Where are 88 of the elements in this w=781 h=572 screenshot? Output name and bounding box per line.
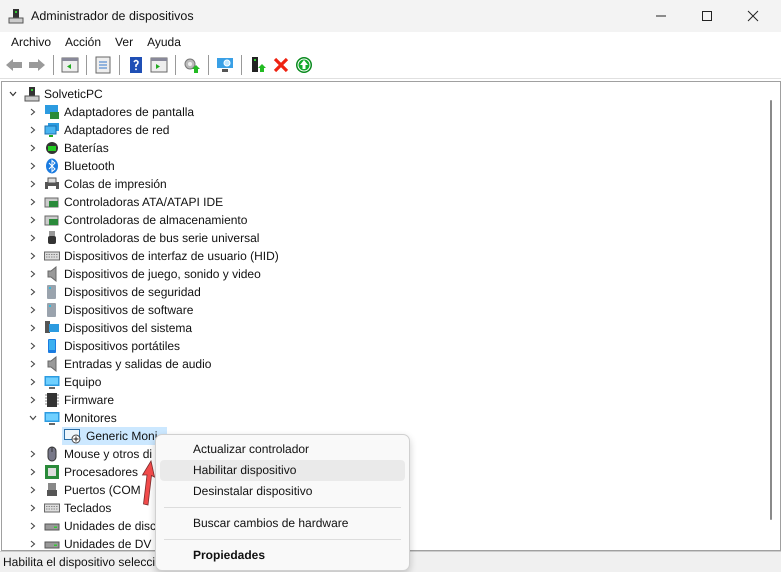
maximize-icon[interactable] xyxy=(701,10,713,22)
scrollbar[interactable] xyxy=(770,100,772,520)
window-title: Administrador de dispositivos xyxy=(31,9,194,23)
chevron-icon[interactable] xyxy=(28,449,38,459)
chevron-icon[interactable] xyxy=(28,467,38,477)
chevron-icon[interactable] xyxy=(28,125,38,135)
tree-item[interactable]: Adaptadores de red xyxy=(64,123,170,137)
chevron-icon[interactable] xyxy=(28,395,38,405)
computer-icon xyxy=(24,86,40,102)
chevron-icon[interactable] xyxy=(28,503,38,513)
tree-item[interactable]: Dispositivos de interfaz de usuario (HID) xyxy=(64,249,279,263)
bluetooth-icon xyxy=(44,158,60,174)
chevron-icon[interactable] xyxy=(28,287,38,297)
scan-hardware-icon[interactable] xyxy=(216,56,234,74)
chevron-icon[interactable] xyxy=(28,305,38,315)
tree-item[interactable]: Firmware xyxy=(64,393,114,407)
tree-item[interactable]: Dispositivos de juego, sonido y video xyxy=(64,267,261,281)
menu-item[interactable]: Acción xyxy=(58,35,108,49)
tree-item[interactable]: Bluetooth xyxy=(64,159,115,173)
tree-item[interactable]: Dispositivos de seguridad xyxy=(64,285,201,299)
chevron-icon[interactable] xyxy=(28,179,38,189)
chevron-icon[interactable] xyxy=(28,485,38,495)
chevron-icon[interactable] xyxy=(28,143,38,153)
tree-item[interactable]: Unidades de DV xyxy=(64,537,152,550)
monitor-icon xyxy=(64,428,82,444)
up-arrow-circle-icon[interactable] xyxy=(295,56,313,74)
tree-item[interactable]: Adaptadores de pantalla xyxy=(64,105,194,119)
tree-item[interactable]: Generic Moni xyxy=(62,427,168,445)
tree-item[interactable]: Dispositivos de software xyxy=(64,303,194,317)
tree-item[interactable]: Dispositivos del sistema xyxy=(64,321,192,335)
update-driver-icon[interactable] xyxy=(183,56,201,74)
tree-item[interactable]: SolveticPC xyxy=(44,87,103,101)
chevron-icon[interactable] xyxy=(28,341,38,351)
network-icon xyxy=(44,122,60,138)
tree-item[interactable]: Unidades de disc xyxy=(64,519,156,533)
chevron-icon[interactable] xyxy=(28,377,38,387)
chevron-icon[interactable] xyxy=(28,413,38,423)
tree-item[interactable]: Baterías xyxy=(64,141,109,155)
menu-item[interactable]: Ayuda xyxy=(140,35,188,49)
console-tree-icon[interactable] xyxy=(61,56,79,74)
tree-item[interactable]: Controladoras de bus serie universal xyxy=(64,231,260,245)
menu-item[interactable]: Habilitar dispositivo xyxy=(160,460,405,481)
printer-icon xyxy=(44,176,60,192)
tree-item[interactable]: Procesadores xyxy=(64,465,138,479)
tree-item[interactable]: Monitores xyxy=(64,411,117,425)
tree-item[interactable]: Mouse y otros di xyxy=(64,447,152,461)
display-card-icon xyxy=(44,104,60,120)
chevron-icon[interactable] xyxy=(28,269,38,279)
menu-item[interactable]: Propiedades xyxy=(160,545,405,566)
chip-icon xyxy=(44,392,60,408)
menu-item[interactable]: Desinstalar dispositivo xyxy=(160,481,405,502)
add-device-icon[interactable] xyxy=(249,56,267,74)
chevron-icon[interactable] xyxy=(28,233,38,243)
monitor-icon xyxy=(44,374,60,390)
properties-icon[interactable] xyxy=(94,56,112,74)
tree-item[interactable]: Equipo xyxy=(64,375,102,389)
tree-item[interactable]: Colas de impresión xyxy=(64,177,167,191)
tree-item[interactable]: Dispositivos portátiles xyxy=(64,339,180,353)
menu-item[interactable]: Buscar cambios de hardware xyxy=(160,513,405,534)
computer-icon xyxy=(44,320,60,336)
chevron-icon[interactable] xyxy=(8,89,18,99)
chevron-icon[interactable] xyxy=(28,521,38,531)
chevron-icon[interactable] xyxy=(28,359,38,369)
monitor-icon xyxy=(44,410,60,426)
tree-item[interactable]: Teclados xyxy=(64,501,112,515)
tree-item[interactable]: Controladoras ATA/ATAPI IDE xyxy=(64,195,224,209)
menu-item[interactable]: Archivo xyxy=(4,35,58,49)
processor-icon xyxy=(44,464,60,480)
x-icon[interactable] xyxy=(272,56,290,74)
chevron-icon[interactable] xyxy=(28,323,38,333)
help-icon[interactable] xyxy=(127,56,145,74)
chevron-icon[interactable] xyxy=(28,251,38,261)
computer-icon xyxy=(8,8,24,24)
chevron-icon[interactable] xyxy=(28,215,38,225)
port-icon xyxy=(44,482,60,498)
tree-item[interactable]: Entradas y salidas de audio xyxy=(64,357,212,371)
status-text: Habilita el dispositivo selecci xyxy=(3,555,156,569)
battery-icon xyxy=(44,140,60,156)
close-icon[interactable] xyxy=(747,10,759,22)
chevron-icon[interactable] xyxy=(28,161,38,171)
menu-item[interactable]: Ver xyxy=(108,35,140,49)
chevron-icon[interactable] xyxy=(28,197,38,207)
tree-item[interactable]: Puertos (COM xyxy=(64,483,141,497)
action-pane-icon[interactable] xyxy=(150,56,168,74)
chevron-icon[interactable] xyxy=(28,107,38,117)
pointer-arrow xyxy=(141,460,155,506)
chevron-icon[interactable] xyxy=(28,539,38,549)
tree-item[interactable]: Controladoras de almacenamiento xyxy=(64,213,248,227)
